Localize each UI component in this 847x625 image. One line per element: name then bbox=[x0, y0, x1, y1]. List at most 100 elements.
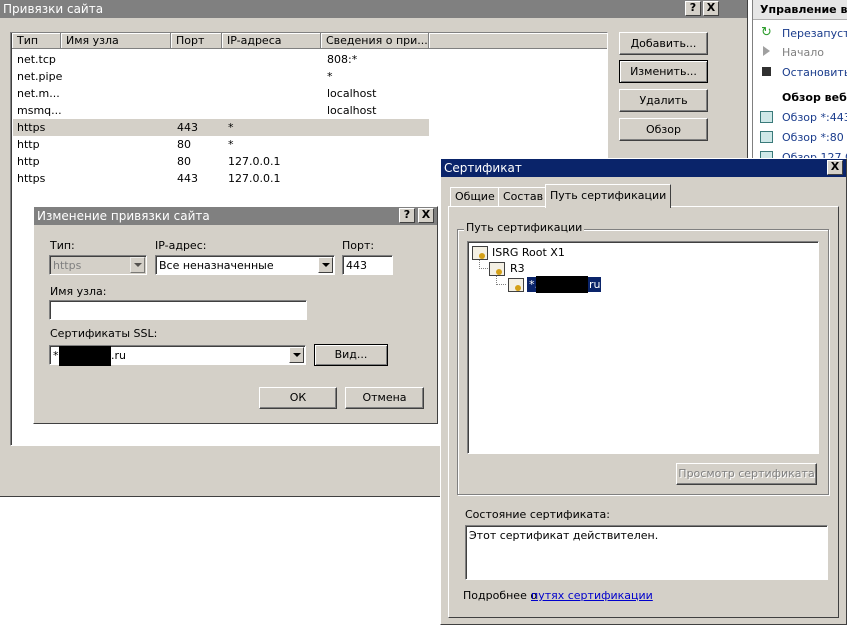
cancel-button[interactable]: Отмена bbox=[345, 387, 424, 409]
tab-certification-path[interactable]: Путь сертификации bbox=[545, 184, 672, 208]
browse-80-link[interactable]: Обзор *:80 (h bbox=[782, 131, 847, 144]
cell-port: 80 bbox=[177, 155, 191, 168]
tree-item-leaf-selected[interactable]: *. ru bbox=[527, 276, 601, 293]
ssl-certificate-select[interactable]: *. .ru bbox=[49, 345, 306, 366]
cell-type: net.m... bbox=[17, 87, 60, 100]
port-input[interactable]: 443 bbox=[342, 255, 393, 275]
actions-panel-title: Управление ве bbox=[760, 3, 847, 16]
edit-binding-title: Изменение привязки сайта bbox=[37, 209, 210, 223]
cell-info: localhost bbox=[327, 104, 377, 117]
certificate-icon bbox=[472, 246, 488, 260]
browse-443-icon bbox=[760, 111, 773, 123]
actions-panel: Управление ве ↻ Перезапусти Начало Остан… bbox=[752, 0, 847, 164]
site-bindings-title: Привязки сайта bbox=[3, 2, 104, 16]
restart-action[interactable]: Перезапусти bbox=[782, 27, 847, 40]
restart-icon: ↻ bbox=[761, 25, 772, 40]
certificate-status-text: Этот сертификат действителен. bbox=[469, 529, 659, 542]
host-label: Имя узла: bbox=[50, 285, 107, 298]
redacted-domain bbox=[59, 346, 111, 366]
table-row[interactable]: net.pipe * bbox=[13, 68, 429, 85]
close-button[interactable]: X bbox=[418, 208, 434, 223]
view-certificate-button: Просмотр сертификата bbox=[676, 463, 817, 485]
cell-port: 443 bbox=[177, 121, 198, 134]
start-icon bbox=[763, 46, 770, 56]
cell-info: 808:* bbox=[327, 53, 358, 66]
column-header-host[interactable]: Имя узла bbox=[61, 33, 171, 49]
ip-address-value: Все неназначенные bbox=[159, 259, 274, 272]
certificate-status-label: Состояние сертификата: bbox=[465, 508, 610, 521]
table-row[interactable]: https 443 127.0.0.1 bbox=[13, 170, 429, 187]
remove-button[interactable]: Удалить bbox=[619, 89, 708, 112]
ip-address-select[interactable]: Все неназначенные bbox=[155, 255, 335, 275]
certification-path-tree[interactable]: ISRG Root X1 R3 *. ru bbox=[467, 241, 819, 454]
type-label: Тип: bbox=[50, 239, 75, 252]
cell-ip: * bbox=[228, 138, 234, 151]
port-label: Порт: bbox=[342, 239, 375, 252]
column-header-ip[interactable]: IP-адреса bbox=[222, 33, 321, 49]
stop-icon bbox=[762, 67, 771, 76]
column-header-type[interactable]: Тип bbox=[12, 33, 61, 49]
tab-panel: Путь сертификации ISRG Root X1 R3 *. ru … bbox=[448, 206, 839, 618]
help-button[interactable]: ? bbox=[399, 208, 415, 223]
tree-connector bbox=[479, 260, 488, 269]
start-action: Начало bbox=[782, 46, 825, 59]
add-button[interactable]: Добавить... bbox=[619, 32, 708, 55]
learn-more-text: Подробнее о bbox=[463, 589, 538, 602]
table-row[interactable]: net.m... localhost bbox=[13, 85, 429, 102]
certification-path-group-label: Путь сертификации bbox=[464, 221, 585, 234]
certificate-icon bbox=[489, 262, 505, 276]
help-button[interactable]: ? bbox=[685, 1, 701, 16]
redacted-domain bbox=[536, 276, 588, 293]
chevron-down-icon[interactable] bbox=[318, 257, 333, 273]
view-certificate-button[interactable]: Вид... bbox=[314, 344, 388, 366]
browse-button[interactable]: Обзор bbox=[619, 118, 708, 141]
table-row[interactable]: msmq... localhost bbox=[13, 102, 429, 119]
table-row[interactable]: http 80 127.0.0.1 bbox=[13, 153, 429, 170]
column-header-filler bbox=[429, 33, 607, 49]
cell-ip: * bbox=[228, 121, 234, 134]
chevron-down-icon bbox=[130, 257, 145, 273]
ok-button[interactable]: ОК bbox=[259, 387, 337, 409]
tree-connector bbox=[496, 276, 506, 285]
table-row-selected[interactable]: https 443 * bbox=[13, 119, 429, 136]
certificate-icon bbox=[508, 278, 524, 292]
host-name-input[interactable] bbox=[49, 300, 307, 320]
chevron-down-icon[interactable] bbox=[289, 347, 304, 363]
edit-binding-titlebar: Изменение привязки сайта bbox=[34, 207, 437, 225]
tab-details[interactable]: Состав bbox=[498, 187, 549, 207]
certificate-dialog: Сертификат X Общие Состав Путь сертифика… bbox=[440, 158, 847, 625]
cell-ip: 127.0.0.1 bbox=[228, 172, 281, 185]
ssl-cert-suffix: .ru bbox=[111, 349, 126, 362]
cell-type: net.tcp bbox=[17, 53, 56, 66]
table-row[interactable]: net.tcp 808:* bbox=[13, 51, 429, 68]
edit-binding-dialog: Изменение привязки сайта ? X Тип: https … bbox=[33, 206, 438, 424]
port-value: 443 bbox=[346, 259, 367, 272]
cell-type: msmq... bbox=[17, 104, 62, 117]
cell-type: https bbox=[17, 121, 46, 134]
stop-action[interactable]: Остановить bbox=[782, 66, 847, 79]
cell-type: http bbox=[17, 155, 40, 168]
ssl-label: Сертификаты SSL: bbox=[50, 327, 158, 340]
edit-button[interactable]: Изменить... bbox=[619, 60, 708, 83]
column-header-port[interactable]: Порт bbox=[171, 33, 222, 49]
close-button[interactable]: X bbox=[703, 1, 719, 16]
cell-type: https bbox=[17, 172, 46, 185]
tab-general[interactable]: Общие bbox=[450, 187, 500, 207]
table-row[interactable]: http 80 * bbox=[13, 136, 429, 153]
site-bindings-titlebar: Привязки сайта bbox=[0, 0, 747, 18]
certificate-title: Сертификат bbox=[444, 161, 522, 175]
tree-item-root[interactable]: ISRG Root X1 bbox=[492, 246, 565, 259]
leaf-suffix: ru bbox=[589, 278, 601, 291]
certification-paths-link[interactable]: путях сертификации bbox=[531, 589, 653, 602]
browse-80-icon bbox=[760, 131, 773, 143]
cell-ip: 127.0.0.1 bbox=[228, 155, 281, 168]
cell-info: localhost bbox=[327, 87, 377, 100]
cell-type: http bbox=[17, 138, 40, 151]
close-button[interactable]: X bbox=[827, 160, 843, 175]
type-select-value: https bbox=[53, 259, 82, 272]
browse-443-link[interactable]: Обзор *:443 bbox=[782, 111, 847, 124]
actions-panel-header: Управление ве bbox=[753, 0, 847, 20]
column-header-info[interactable]: Сведения о при... bbox=[321, 33, 429, 49]
certificate-status-box: Этот сертификат действителен. bbox=[465, 525, 828, 580]
tree-item-intermediate[interactable]: R3 bbox=[510, 262, 525, 275]
